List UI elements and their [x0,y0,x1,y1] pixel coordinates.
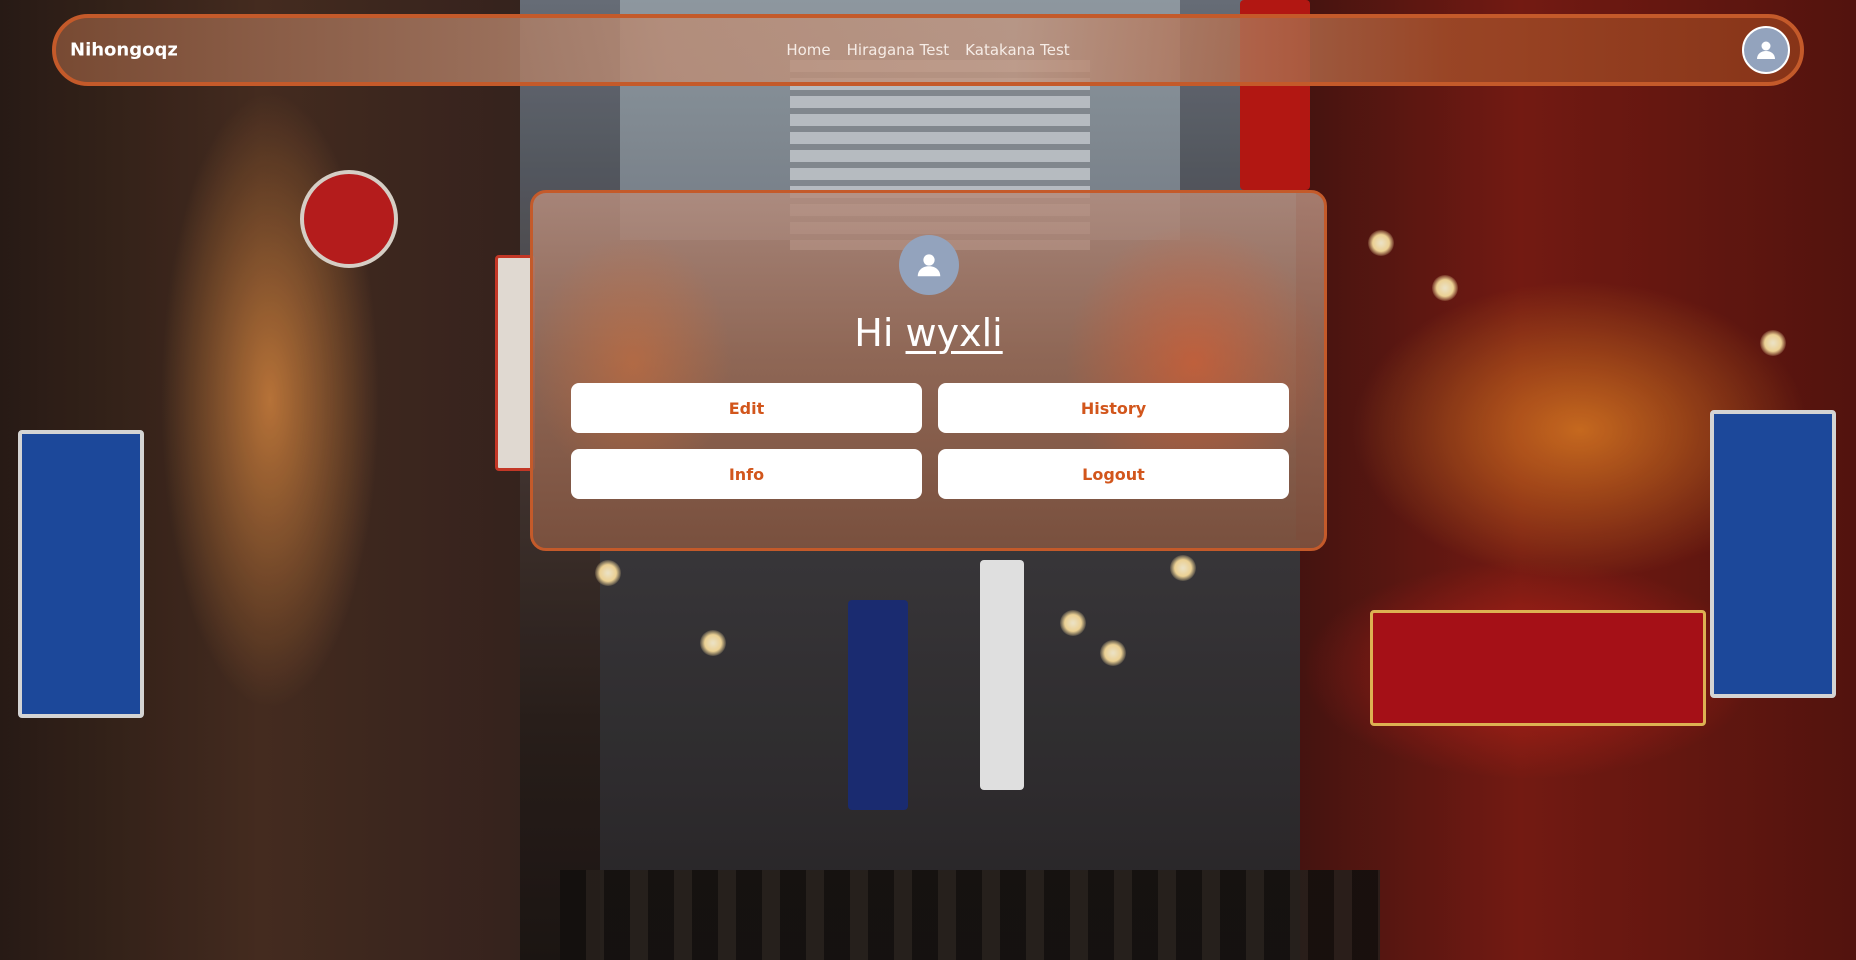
user-avatar-icon [1757,41,1775,59]
edit-button[interactable]: Edit [571,383,922,433]
greeting-heading: Hi wyxli [533,311,1324,355]
username-link[interactable]: wyxli [906,311,1003,355]
nav-links: Home Hiragana Test Katakana Test [786,41,1069,59]
greeting-prefix: Hi [854,311,894,355]
info-button[interactable]: Info [571,449,922,499]
user-avatar-icon [917,254,940,277]
nav-link-home[interactable]: Home [786,41,830,59]
nav-link-katakana-test[interactable]: Katakana Test [965,41,1069,59]
nav-link-hiragana-test[interactable]: Hiragana Test [847,41,950,59]
profile-avatar [898,235,959,295]
user-avatar-button[interactable] [1742,26,1790,74]
profile-card: Hi wyxli Edit History Info Logout [530,190,1327,551]
brand-logo[interactable]: Nihongoqz [70,40,178,61]
top-navbar: Nihongoqz Home Hiragana Test Katakana Te… [52,14,1804,86]
history-button[interactable]: History [938,383,1289,433]
logout-button[interactable]: Logout [938,449,1289,499]
